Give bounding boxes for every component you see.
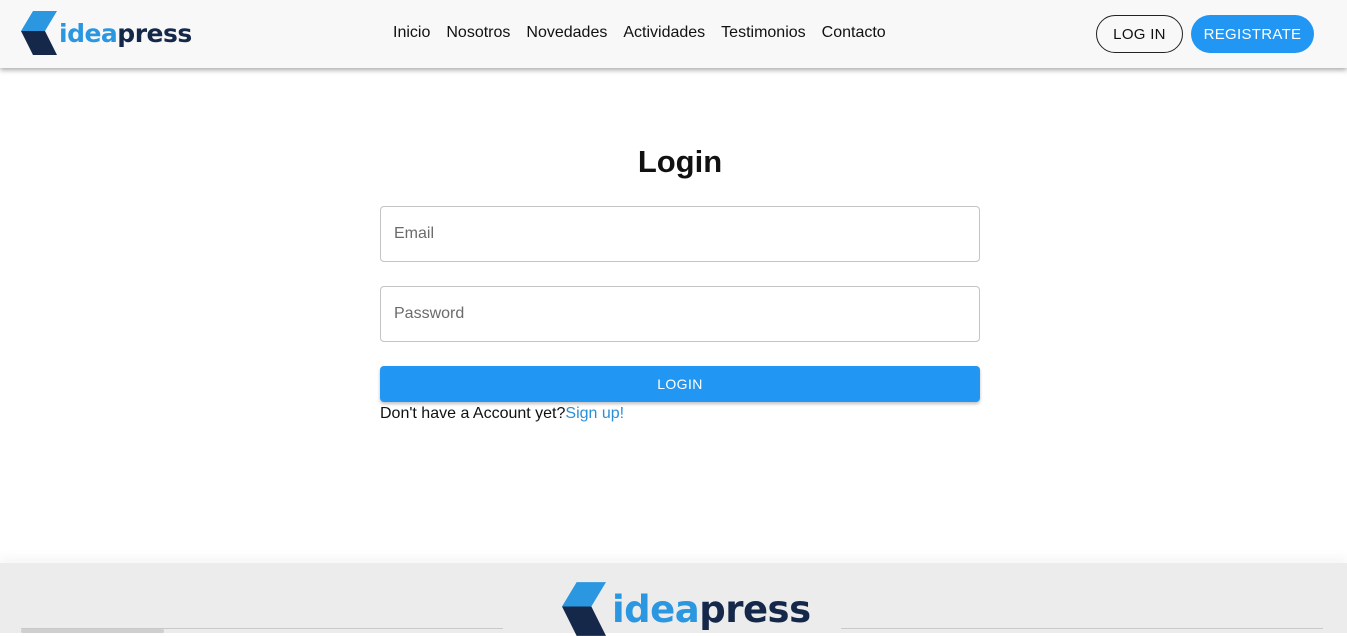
password-input[interactable] <box>380 286 980 342</box>
footer-brand-logo[interactable]: ideapress <box>562 582 811 636</box>
brand-part-2: press <box>117 18 192 48</box>
brand-part-1: idea <box>59 18 118 48</box>
footer-brand-part-2: press <box>699 587 811 631</box>
footer-scroll-indicator <box>21 629 164 633</box>
signup-prompt-text: Don't have a Account yet? <box>380 405 566 422</box>
footer-brand-wordmark: ideapress <box>612 591 811 628</box>
signup-prompt-line: Don't have a Account yet?Sign up! <box>380 404 624 424</box>
email-input[interactable] <box>380 206 980 262</box>
nav-nosotros[interactable]: Nosotros <box>438 23 518 43</box>
nav-inicio[interactable]: Inicio <box>385 23 438 43</box>
brand-logo[interactable]: ideapress <box>21 11 192 55</box>
footer-logo-mark-icon <box>562 582 606 636</box>
brand-wordmark: ideapress <box>59 21 192 46</box>
header-register-button[interactable]: REGISTRATE <box>1191 15 1314 53</box>
footer-brand-part-1: idea <box>612 587 700 631</box>
site-footer: ideapress <box>0 563 1347 636</box>
nav-contacto[interactable]: Contacto <box>814 23 894 43</box>
main-nav: Inicio Nosotros Novedades Actividades Te… <box>385 23 894 43</box>
nav-novedades[interactable]: Novedades <box>518 23 615 43</box>
header-login-button[interactable]: LOG IN <box>1096 15 1183 53</box>
footer-divider-right <box>841 628 1323 629</box>
login-submit-button[interactable]: LOGIN <box>380 366 980 402</box>
page-title: Login <box>637 144 723 179</box>
logo-mark-icon <box>21 11 57 55</box>
nav-actividades[interactable]: Actividades <box>615 23 713 43</box>
nav-testimonios[interactable]: Testimonios <box>713 23 813 43</box>
signup-link[interactable]: Sign up! <box>565 405 624 422</box>
site-header: ideapress Inicio Nosotros Novedades Acti… <box>0 0 1347 68</box>
